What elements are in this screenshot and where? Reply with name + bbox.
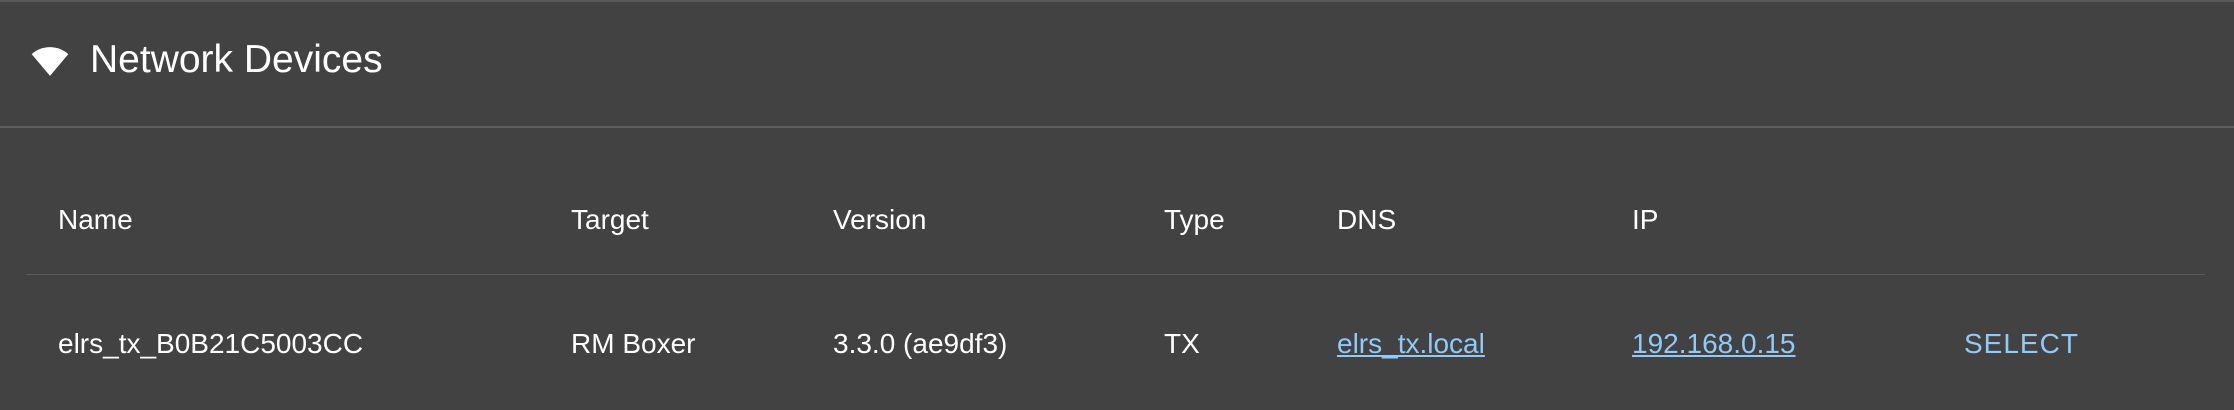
wifi-icon: [31, 47, 69, 76]
column-header-ip: IP: [1632, 204, 1659, 235]
select-device-button[interactable]: SELECT: [1964, 327, 2079, 361]
device-ip-link[interactable]: 192.168.0.15: [1632, 327, 1796, 361]
column-header-dns: DNS: [1337, 204, 1397, 235]
device-type: TX: [1164, 328, 1200, 359]
panel-header: Network Devices: [0, 2, 2234, 128]
table-row: elrs_tx_B0B21C5003CC RM Boxer 3.3.0 (ae9…: [26, 275, 2205, 401]
column-header-version: Version: [833, 204, 927, 235]
table-header-row: Name Target Version Type DNS IP: [26, 128, 2205, 275]
device-version: 3.3.0 (ae9df3): [833, 328, 1008, 359]
column-header-target: Target: [571, 204, 649, 235]
network-devices-panel: Network Devices Name Target Version Type…: [0, 0, 2234, 410]
panel-title: Network Devices: [90, 38, 383, 81]
device-target: RM Boxer: [571, 328, 696, 359]
device-dns-link[interactable]: elrs_tx.local: [1337, 327, 1485, 361]
device-name: elrs_tx_B0B21C5003CC: [58, 328, 364, 359]
devices-table: Name Target Version Type DNS IP elrs_tx_…: [26, 128, 2205, 401]
column-header-type: Type: [1164, 204, 1225, 235]
column-header-name: Name: [58, 204, 133, 235]
